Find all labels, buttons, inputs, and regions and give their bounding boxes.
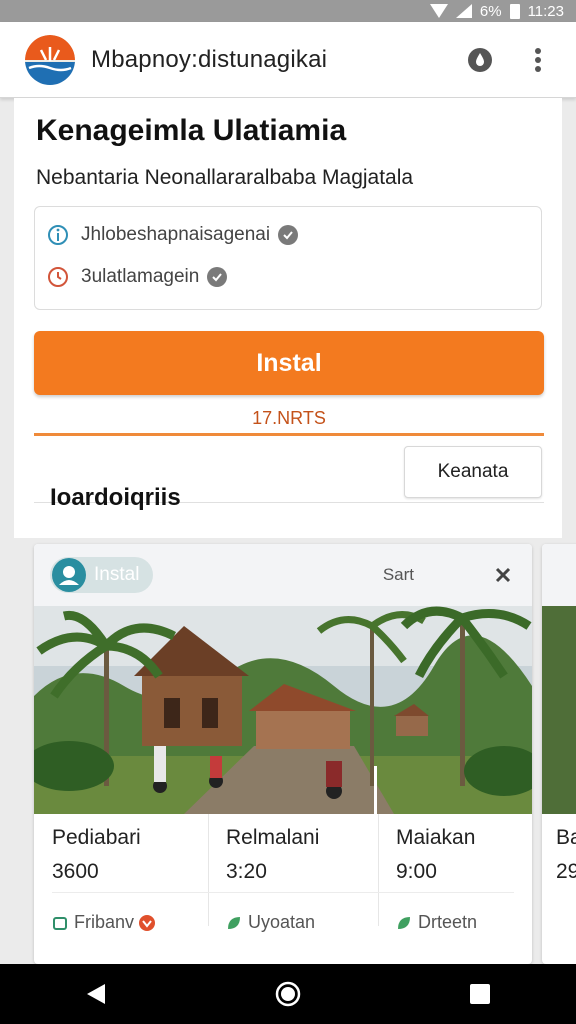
listing-tag-text: Fribanv — [74, 912, 135, 932]
leaf-icon — [398, 916, 410, 929]
back-button[interactable] — [76, 974, 116, 1014]
info-row[interactable]: Jhlobeshapnaisagenai — [35, 215, 541, 255]
clock-icon — [48, 267, 68, 287]
listing-tag-text: Drteetn — [418, 912, 478, 932]
info-row-text: Jhlobeshapnaisagenai — [81, 224, 271, 245]
row-divider — [52, 892, 514, 893]
close-icon — [495, 567, 511, 583]
listing-price: 29 — [556, 860, 576, 883]
heart-badge-icon — [139, 914, 156, 931]
page-title: Kenageimla Ulatiamia — [36, 114, 347, 147]
info-box: Jhlobeshapnaisagenai 3ulatlamagein — [34, 206, 542, 310]
user-avatar-icon — [52, 558, 86, 592]
listing-price: 9:00 — [396, 860, 437, 883]
listing-name: Pediabari — [52, 826, 141, 849]
listing-card-header: Instal Sart — [34, 544, 532, 606]
battery-text: 6% — [479, 2, 502, 20]
verified-icon — [207, 267, 228, 287]
signal-icon — [455, 4, 472, 18]
app-logo — [25, 34, 75, 85]
install-chip-label: Instal — [94, 564, 140, 585]
listing-tag: Drteetn — [396, 912, 477, 933]
back-icon — [87, 984, 105, 1004]
home-button[interactable] — [268, 974, 308, 1014]
app-details-card: Kenageimla Ulatiamia Nebantaria Neonalla… — [14, 98, 562, 538]
village-scene-image — [34, 606, 532, 814]
progress-divider — [34, 433, 544, 436]
listing-price: 3:20 — [226, 860, 267, 883]
system-nav-bar — [0, 964, 576, 1024]
page-subtitle: Nebantaria Neonallararalbaba Magjatala — [36, 166, 414, 189]
info-icon — [48, 225, 68, 245]
listing-card-header — [542, 544, 576, 606]
leaf-icon — [228, 916, 240, 929]
listing-column[interactable]: Relmalani 3:20 Uyoatan — [208, 814, 378, 964]
listing-name: Maiakan — [396, 826, 476, 849]
close-button[interactable] — [488, 560, 518, 590]
listing-name: Ba — [556, 826, 576, 849]
listing-tag-text: Uyoatan — [248, 912, 316, 932]
calendar-icon — [53, 916, 67, 930]
more-button[interactable]: Keanata — [404, 446, 542, 498]
status-time: 11:23 — [527, 2, 564, 20]
listing-name: Relmalani — [226, 826, 320, 849]
sync-button[interactable] — [460, 40, 500, 80]
install-chip[interactable]: Instal — [50, 557, 154, 593]
info-row-text: 3ulatlamagein — [81, 266, 200, 287]
install-button[interactable]: Instal — [34, 331, 544, 395]
overflow-menu-button[interactable] — [518, 40, 558, 80]
info-row[interactable]: 3ulatlamagein — [35, 257, 541, 297]
status-bar: 6% 11:23 — [0, 0, 576, 22]
recents-button[interactable] — [460, 974, 500, 1014]
home-icon — [275, 981, 301, 1007]
app-title: Mbapnoy:distunagikai — [91, 45, 328, 73]
recents-icon — [470, 984, 490, 1004]
more-vert-icon — [535, 47, 541, 72]
next-listing-card[interactable]: Ba 29 — [542, 544, 576, 964]
listing-tag: Uyoatan — [226, 912, 315, 933]
app-bar: Mbapnoy:distunagikai — [0, 22, 576, 98]
village-photo — [34, 606, 532, 814]
listing-card[interactable]: Instal Sart Pediabari 3600 Fribanv Relma… — [34, 544, 532, 964]
listing-price: 3600 — [52, 860, 99, 883]
listing-tag: Fribanv — [52, 912, 156, 933]
screen: 6% 11:23 Mbapnoy:distunagikai Kenageimla… — [0, 0, 576, 1024]
wifi-icon — [429, 4, 448, 18]
section-title: Ioardoiqriis — [50, 484, 181, 511]
save-link[interactable]: Sart — [383, 565, 414, 585]
verified-icon — [278, 225, 299, 245]
drop-icon — [468, 47, 492, 72]
download-size: 17.NRTS — [252, 408, 326, 428]
next-listing-photo — [542, 606, 576, 814]
listing-column[interactable]: Pediabari 3600 Fribanv — [34, 814, 208, 964]
listing-column[interactable]: Maiakan 9:00 Drteetn — [378, 814, 532, 964]
sunrise-logo-icon — [25, 34, 75, 85]
battery-icon — [509, 3, 520, 19]
